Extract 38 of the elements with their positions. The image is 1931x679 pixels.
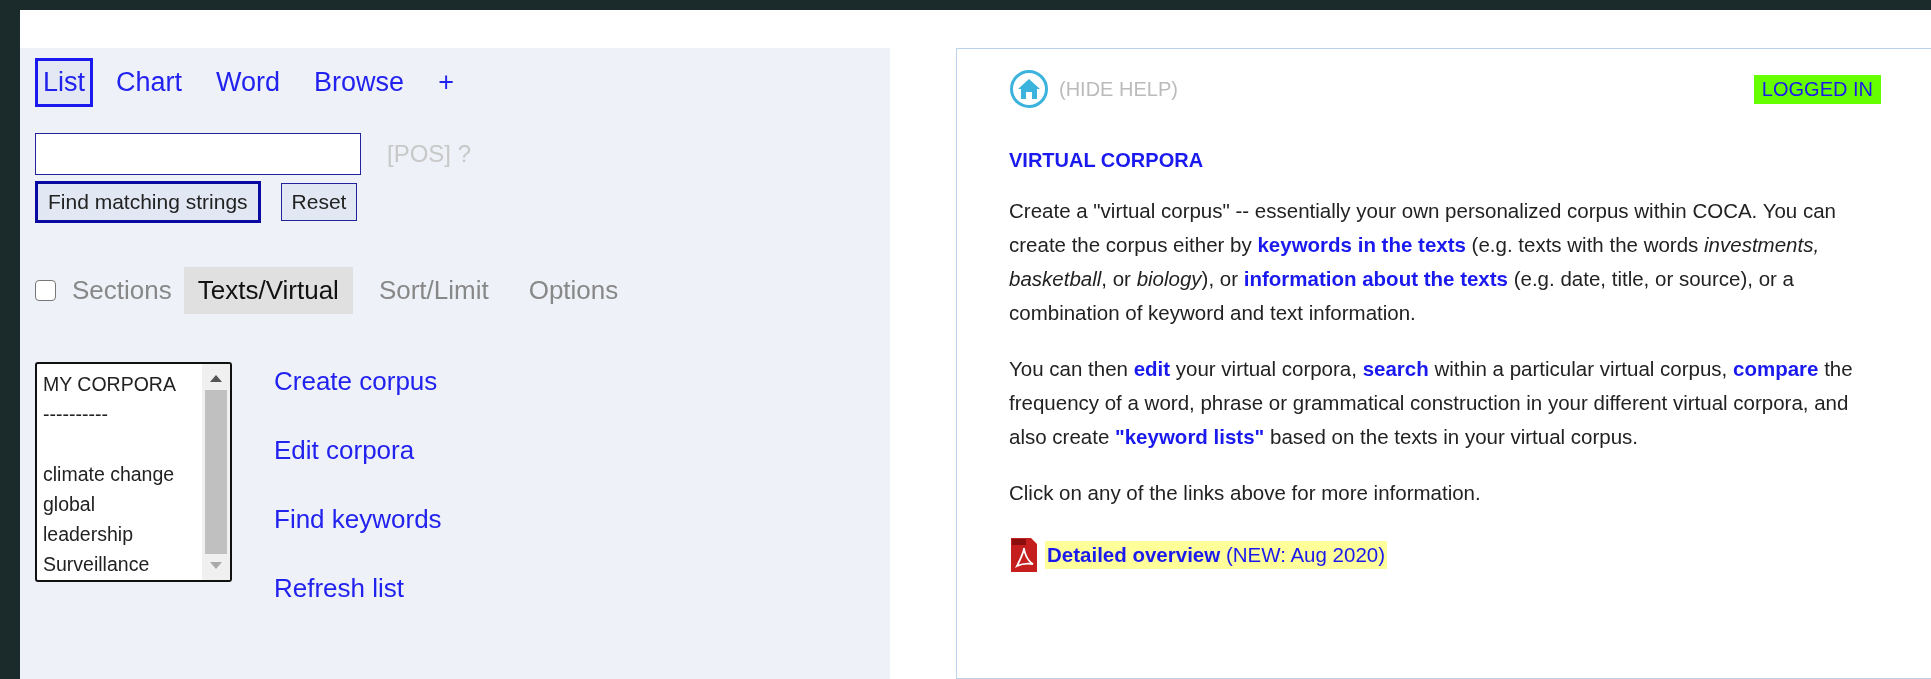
reset-button[interactable]: Reset <box>280 183 358 221</box>
pdf-icon <box>1009 536 1039 574</box>
corpus-link[interactable]: Edit corpora <box>274 435 442 466</box>
nav-tab[interactable]: + <box>427 58 465 107</box>
corpus-link[interactable]: Create corpus <box>274 366 442 397</box>
corpora-listbox[interactable]: MY CORPORA ---------- climate change global leadership Surveillance <box>35 362 232 582</box>
scrollbar-thumb[interactable] <box>205 390 227 554</box>
section-title: VIRTUAL CORPORA <box>1009 149 1205 172</box>
help-paragraph: You can then edit your virtual corpora, search within a particular virtual corpus, compare the frequency of a word, phrase or grammatical construction in your different virtual corpora, and also create "keyword lists" based on the texts in your virtual corpus. <box>1009 356 1854 450</box>
list-item[interactable]: climate change <box>43 459 196 489</box>
search-field[interactable] <box>35 133 361 175</box>
overview-note: (NEW: Aug 2020) <box>1225 543 1386 566</box>
list-item[interactable]: leadership <box>43 519 196 549</box>
status-badge: LOGGED IN <box>1753 74 1881 104</box>
overview-link[interactable]: Detailed overview <box>1047 543 1221 566</box>
help-paragraph: Click on any of the links above for more information. <box>1009 480 1482 506</box>
nav-tab[interactable]: List <box>35 58 94 107</box>
list-header: ---------- <box>43 402 109 427</box>
home-icon[interactable] <box>1009 69 1049 109</box>
option-tab[interactable]: Texts/Virtual <box>183 267 353 314</box>
nav-tab[interactable]: Chart <box>105 58 194 107</box>
corpus-link[interactable]: Find keywords <box>274 504 442 535</box>
sections-checkbox[interactable] <box>35 280 56 301</box>
help-link[interactable]: search <box>1362 357 1429 380</box>
list-header: MY CORPORA <box>43 372 177 397</box>
help-link[interactable]: edit <box>1133 357 1171 380</box>
list-item[interactable]: Surveillance <box>43 549 196 579</box>
sections-label: Sections <box>72 275 172 306</box>
help-link[interactable]: information about the texts <box>1243 267 1508 290</box>
help-link[interactable]: keywords in the texts <box>1257 233 1466 256</box>
list-item[interactable]: global <box>43 489 196 519</box>
nav-tab[interactable]: Word <box>205 58 292 107</box>
help-link[interactable]: compare <box>1733 357 1819 380</box>
help-link[interactable]: "keyword lists" <box>1115 425 1265 448</box>
help-paragraph: Create a "virtual corpus" -- essentially your own personalized corpus within COCA. You can create the corpus either by keywords in the texts (e.g. texts with the words investments, basketball, or biology), or information about the texts (e.g. date, title, or source), or a combination of keyword and text information. <box>1009 198 1837 326</box>
nav-tab[interactable]: Browse <box>303 58 416 107</box>
corpus-link[interactable]: Refresh list <box>274 573 442 604</box>
find-button[interactable]: Find matching strings <box>35 181 261 223</box>
